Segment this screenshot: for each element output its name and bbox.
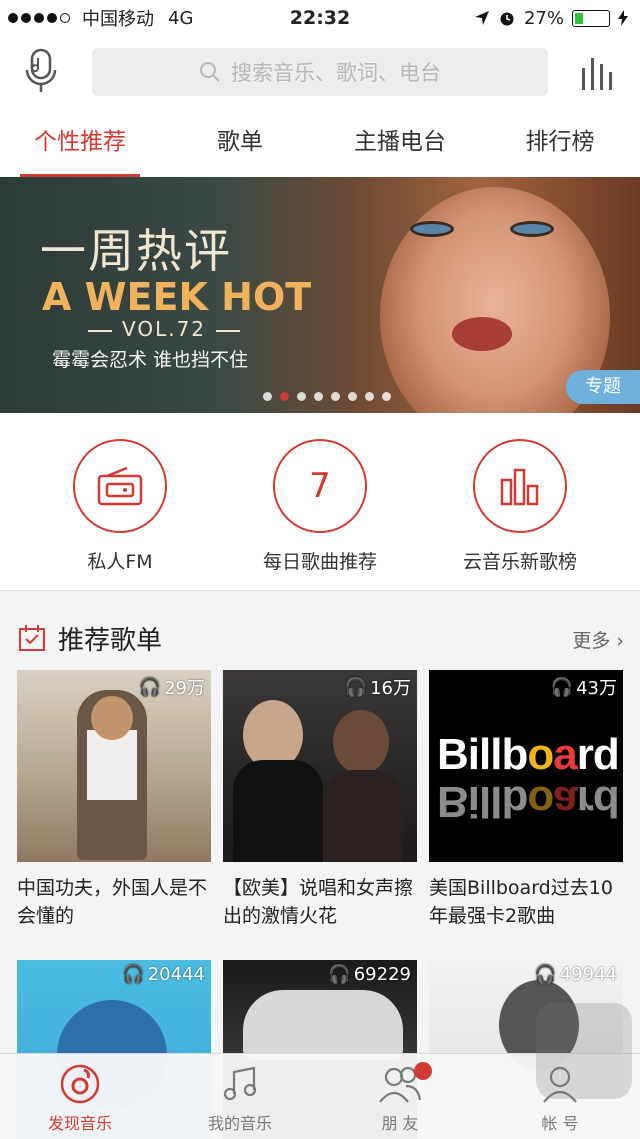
billboard-logo-reflection: Billboard [437,777,619,826]
search-input[interactable]: 搜索音乐、歌词、电台 [92,48,548,96]
charging-icon [618,10,628,26]
more-link[interactable]: 更多 › [572,626,624,653]
playlist-card[interactable]: 🎧 29万 中国功夫，外国人是不会懂的 [17,670,211,930]
search-placeholder: 搜索音乐、歌词、电台 [231,61,441,85]
banner-title: 一周热评 [40,224,232,278]
carousel-dot[interactable] [365,392,374,401]
carousel-dot[interactable] [331,392,340,401]
tab-recommend[interactable]: 个性推荐 [0,110,160,177]
calendar-number-icon: 7 [273,439,367,533]
section-title: 推荐歌单 [58,626,163,656]
top-tabs: 个性推荐 歌单 主播电台 排行榜 [0,110,640,177]
music-disc-icon [60,1064,100,1104]
music-note-icon [223,1066,257,1101]
daily-songs-button[interactable]: 7 每日歌曲推荐 [220,439,420,574]
tabbar-my-music[interactable]: 我的音乐 [160,1054,320,1139]
tabbar-label: 朋 友 [381,1114,419,1133]
carousel-dot[interactable] [280,392,289,401]
notification-badge [414,1062,432,1080]
banner-title-en: A WEEK HOT [42,275,312,319]
alarm-icon [500,12,514,26]
headphones-icon: 🎧 [328,964,351,985]
banner-carousel[interactable]: 一周热评 A WEEK HOT VOL.72 霉霉会忍术 谁也挡不住 专题 [0,177,640,413]
assistive-touch-button[interactable] [536,1003,632,1099]
play-count: 🎧 16万 [344,676,411,700]
banner-tag: 专题 [566,370,640,404]
tabbar-label: 发现音乐 [47,1114,112,1133]
status-bar: 中国移动 4G 22:32 27% [0,0,640,36]
recommended-playlists-header: 推荐歌单 更多 › [0,604,640,670]
playlist-cover: Billboard Billboard 🎧 43万 [429,670,623,862]
carousel-dot[interactable] [263,392,272,401]
play-count: 🎧 69229 [328,964,411,985]
now-playing-icon[interactable] [580,54,618,92]
private-fm-label: 私人FM [87,551,153,573]
new-songs-chart-label: 云音乐新歌榜 [462,551,577,573]
private-fm-button[interactable]: 私人FM [20,439,220,574]
battery-percent: 27% [523,7,564,29]
play-count: 🎧 29万 [138,676,205,700]
carousel-dot[interactable] [382,392,391,401]
new-songs-chart-button[interactable]: 云音乐新歌榜 [420,439,620,574]
daily-songs-label: 每日歌曲推荐 [262,551,377,573]
calendar-check-icon [19,625,45,651]
top-header: 搜索音乐、歌词、电台 [0,36,640,110]
carousel-dot[interactable] [297,392,306,401]
location-arrow-icon [474,11,489,25]
microphone-icon[interactable] [24,48,60,94]
playlist-title: 美国Billboard过去10年最强卡2歌曲 [429,877,613,927]
carousel-dot[interactable] [314,392,323,401]
carousel-dots [263,392,391,401]
banner-volume: VOL.72 [78,317,250,341]
headphones-icon: 🎧 [344,676,368,698]
play-count: 🎧 49944 [534,964,617,985]
carousel-dot[interactable] [348,392,357,401]
battery-icon [572,9,610,27]
tabbar-friends[interactable]: 朋 友 [320,1054,480,1139]
playlist-title: 【欧美】说唱和女声擦出的激情火花 [223,877,414,927]
tab-charts[interactable]: 排行榜 [480,110,640,177]
tabbar-label: 帐 号 [541,1114,579,1133]
billboard-logo: Billboard [437,730,620,779]
playlist-card[interactable]: 🎧 16万 【欧美】说唱和女声擦出的激情火花 [223,670,417,930]
headphones-icon: 🎧 [534,964,557,985]
tabbar-discover[interactable]: 发现音乐 [0,1054,160,1139]
quick-entries: 私人FM 7 每日歌曲推荐 云音乐新歌榜 [0,413,640,591]
banner-subtitle: 霉霉会忍术 谁也挡不住 [52,349,249,371]
radio-icon [73,439,167,533]
play-count: 🎧 20444 [122,964,205,985]
bar-chart-icon [473,439,567,533]
headphones-icon: 🎧 [550,676,574,698]
playlist-card[interactable]: Billboard Billboard 🎧 43万 美国Billboard过去10… [429,670,623,930]
banner-image-detail [410,221,454,237]
play-count: 🎧 43万 [550,676,617,700]
headphones-icon: 🎧 [138,676,162,698]
tab-radio[interactable]: 主播电台 [320,110,480,177]
banner-image-detail [452,317,512,351]
search-icon [200,62,220,82]
playlist-cover: 🎧 16万 [223,670,417,862]
headphones-icon: 🎧 [122,964,145,985]
tabbar-label: 我的音乐 [207,1114,272,1133]
playlist-cover: 🎧 29万 [17,670,211,862]
playlist-title: 中国功夫，外国人是不会懂的 [17,877,208,927]
banner-image-detail [510,221,554,237]
tab-playlists[interactable]: 歌单 [160,110,320,177]
